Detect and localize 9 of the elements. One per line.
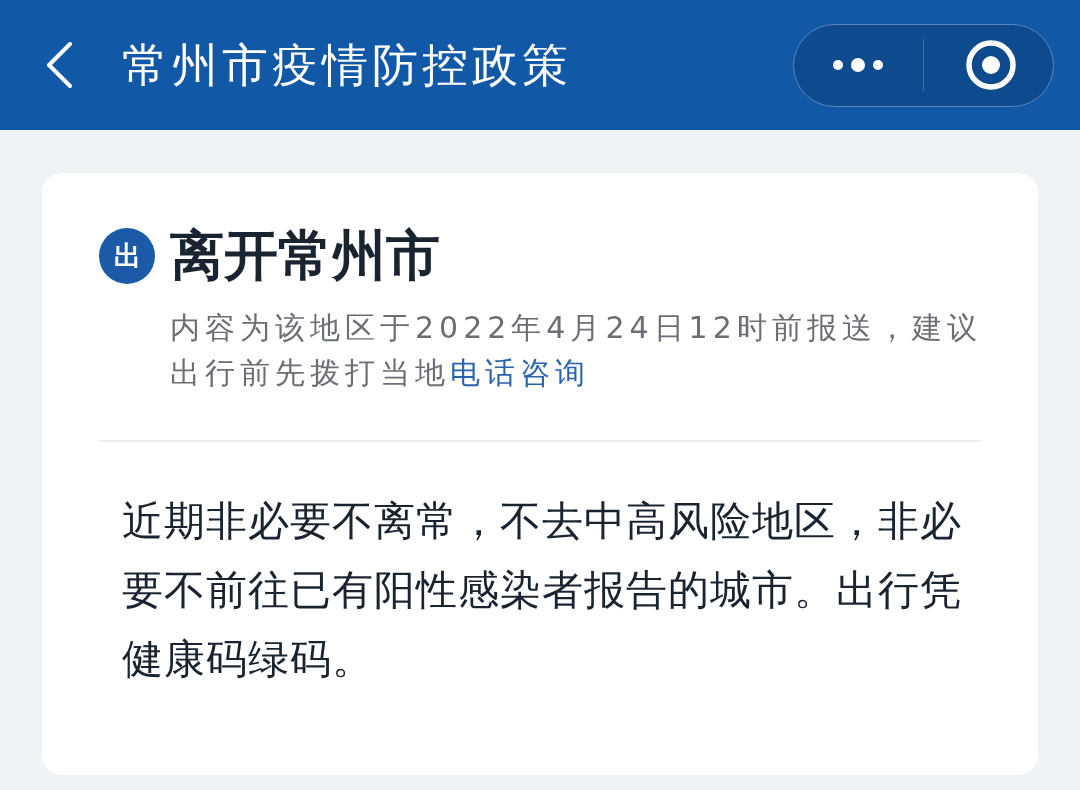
page-title: 常州市疫情防控政策 (122, 37, 572, 93)
section-title: 离开常州市 (170, 225, 440, 287)
phone-consult-link[interactable]: 电话咨询 (450, 355, 590, 390)
target-icon[interactable] (966, 40, 1016, 90)
policy-text: 近期非必要不离常，不去中高风险地区，非必要不前往已有阳性感染者报告的城市。出行凭健康码绿码。 (122, 496, 963, 685)
back-icon[interactable] (45, 42, 73, 88)
report-note: 内容为该地区于2022年4月24日12时前报送，建议出行前先拨打当地 电话咨询 (170, 309, 983, 392)
more-icon[interactable] (833, 58, 883, 72)
exit-badge: 出 (99, 228, 155, 284)
